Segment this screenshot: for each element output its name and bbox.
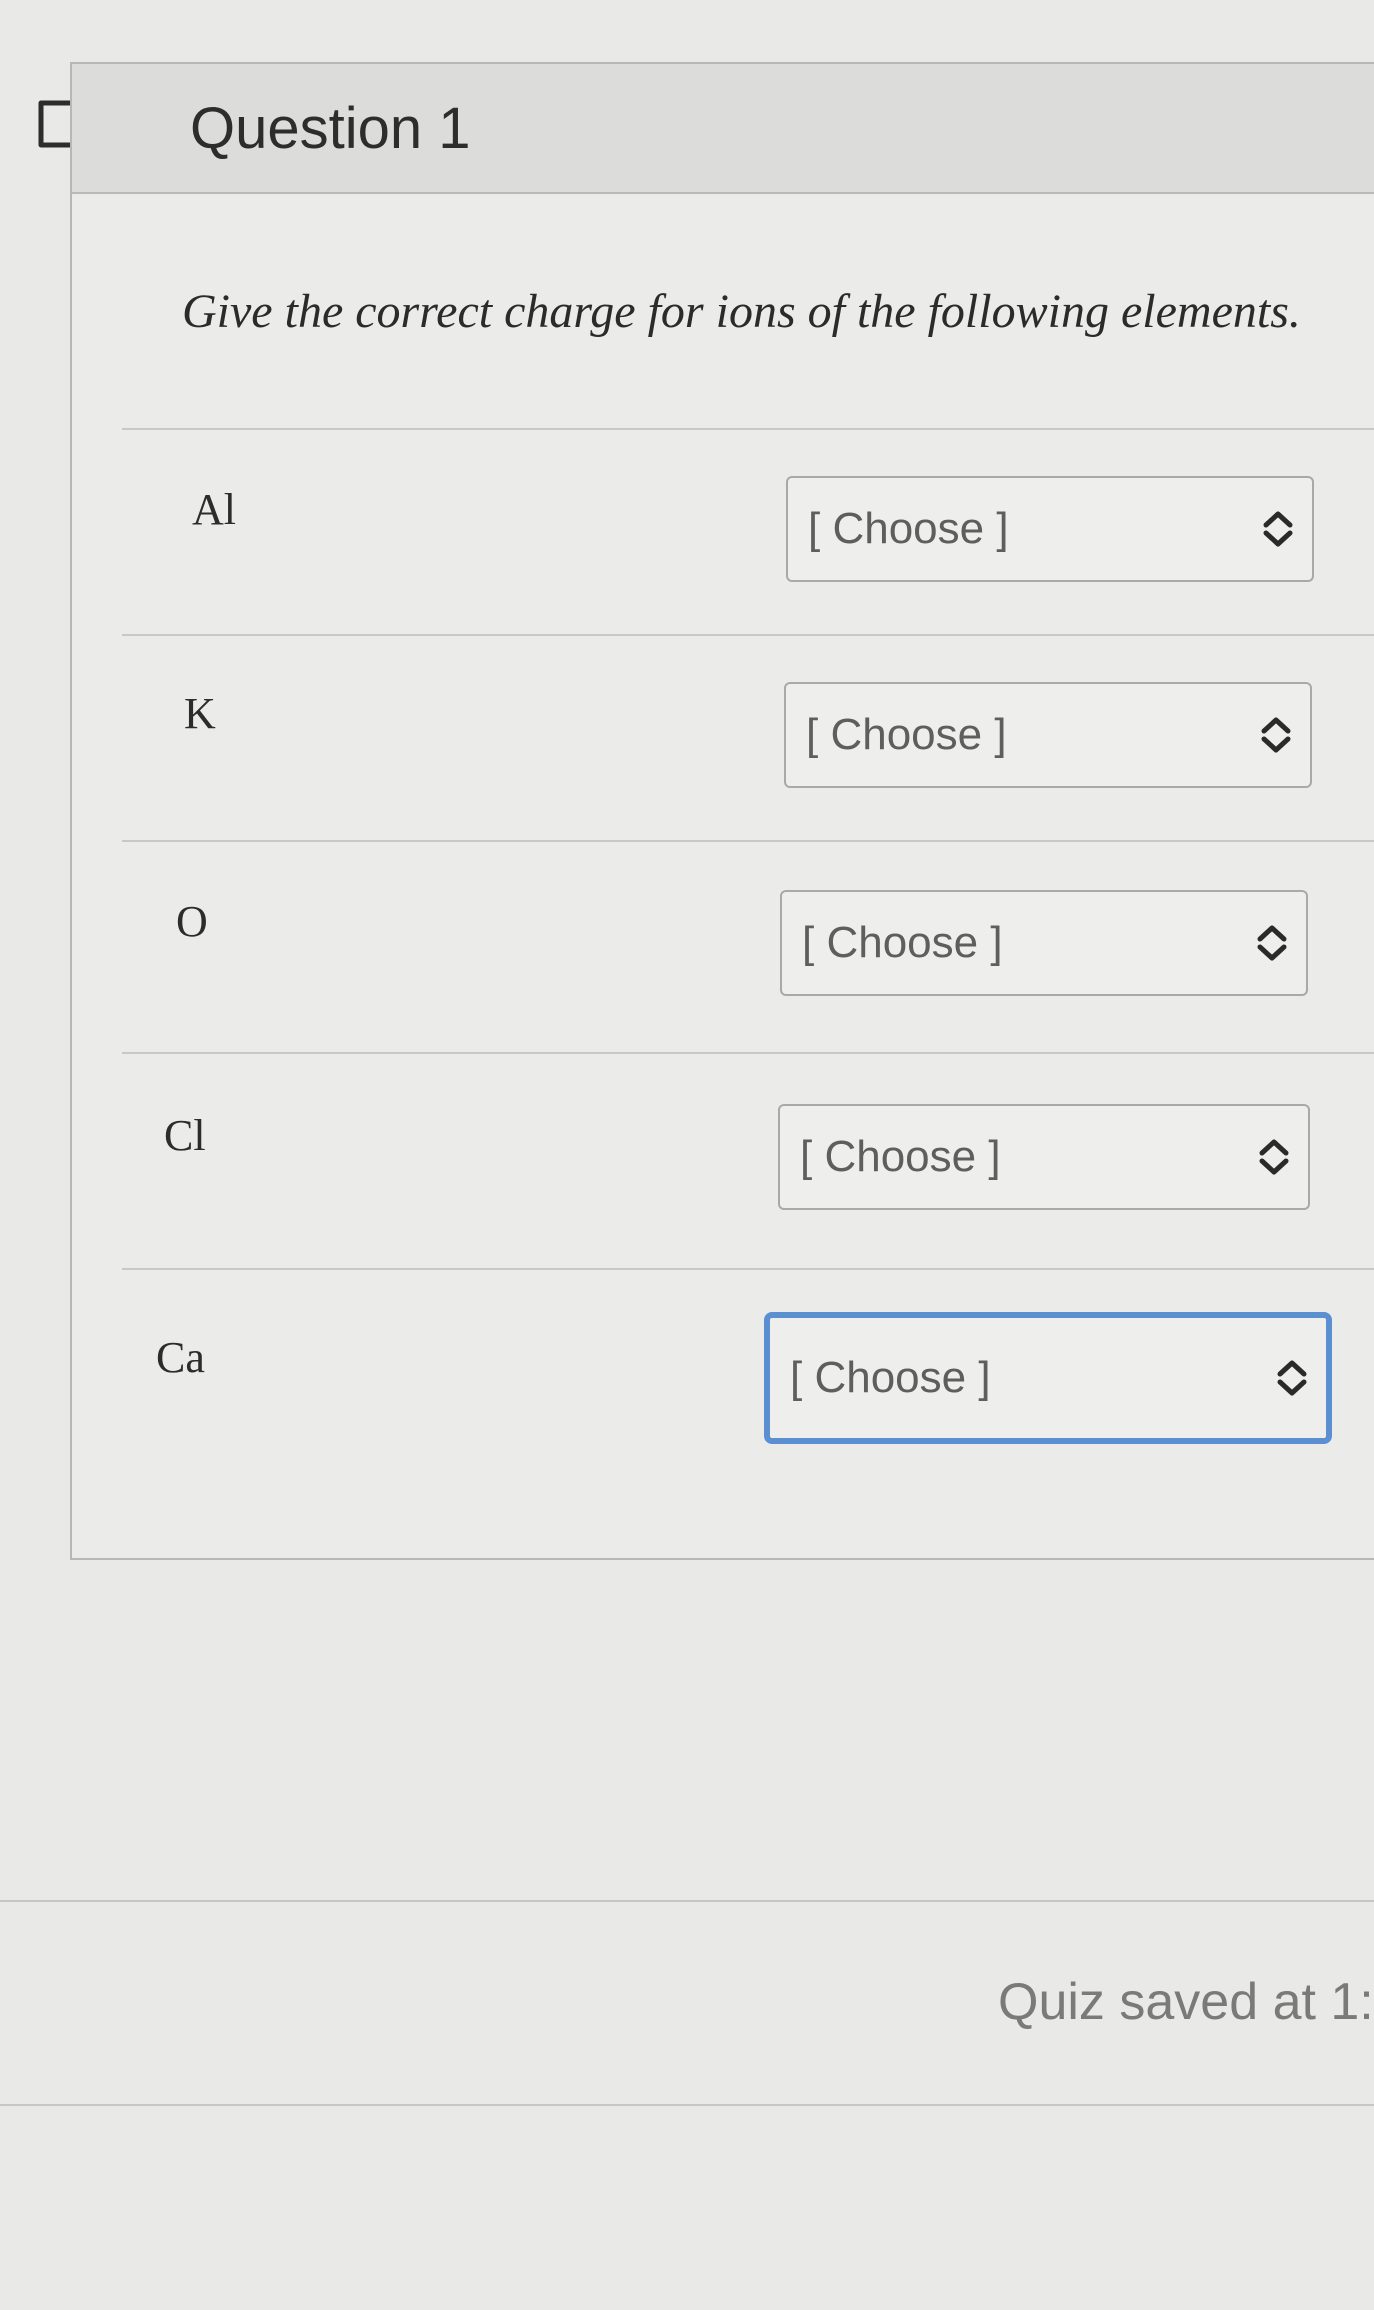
element-label-o: O (176, 897, 208, 946)
chevron-updown-icon (1259, 1139, 1289, 1175)
row-divider (122, 428, 1374, 430)
chevron-updown-icon (1257, 925, 1287, 961)
question-card: Question 1 Give the correct charge for i… (70, 62, 1374, 1560)
footer-divider-top (0, 1900, 1374, 1902)
select-value: [ Choose ] (790, 1353, 991, 1402)
row-divider (122, 634, 1374, 636)
select-value: [ Choose ] (806, 710, 1007, 759)
charge-select-cl[interactable]: [ Choose ] (778, 1104, 1310, 1210)
element-label-cl: Cl (164, 1111, 206, 1160)
select-value: [ Choose ] (808, 504, 1009, 553)
charge-select-al[interactable]: [ Choose ] (786, 476, 1314, 582)
question-title: Question 1 (190, 95, 471, 161)
charge-select-k[interactable]: [ Choose ] (784, 682, 1312, 788)
select-value: [ Choose ] (802, 918, 1003, 967)
chevron-updown-icon (1263, 511, 1293, 547)
row-divider (122, 840, 1374, 842)
charge-select-ca[interactable]: [ Choose ] (764, 1312, 1332, 1444)
element-label-k: K (184, 689, 216, 738)
question-header: Question 1 (72, 64, 1374, 194)
footer-divider-bottom (0, 2104, 1374, 2106)
element-label-ca: Ca (156, 1333, 205, 1382)
select-value: [ Choose ] (800, 1132, 1001, 1181)
element-label-al: Al (192, 485, 236, 534)
question-prompt: Give the correct charge for ions of the … (182, 285, 1301, 338)
chevron-updown-icon (1261, 717, 1291, 753)
charge-select-o[interactable]: [ Choose ] (780, 890, 1308, 996)
row-divider (122, 1052, 1374, 1054)
quiz-saved-status: Quiz saved at 1:1 (998, 1973, 1374, 2031)
chevron-updown-icon (1277, 1360, 1307, 1396)
row-divider (122, 1268, 1374, 1270)
